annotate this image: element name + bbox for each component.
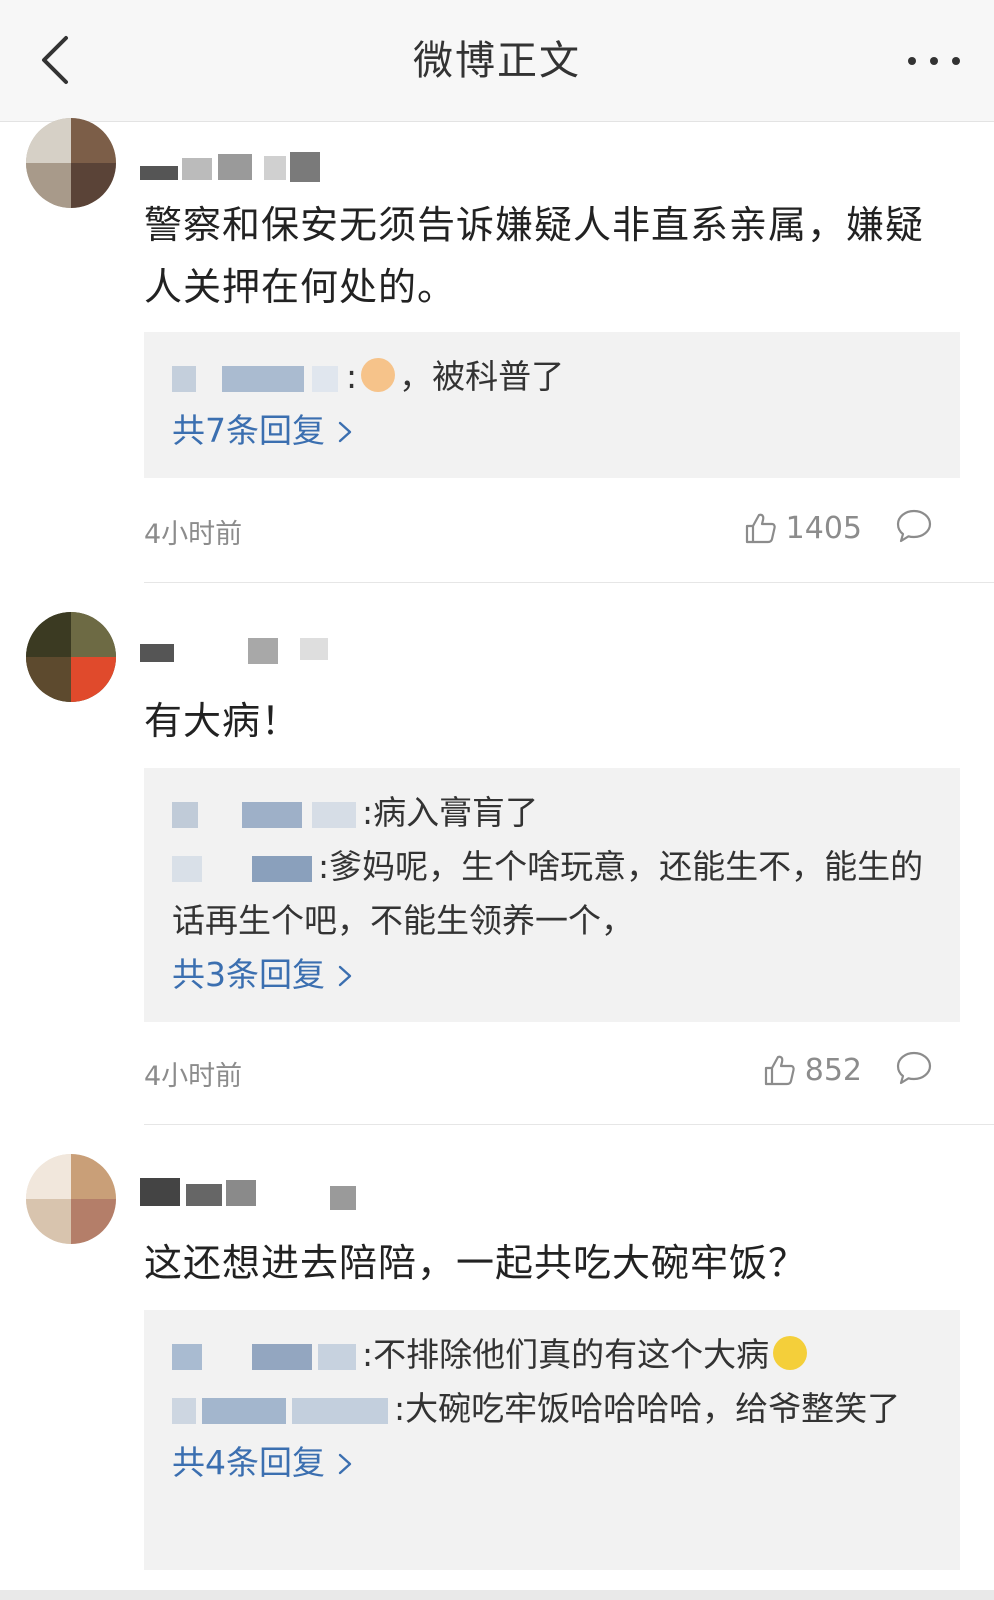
- speech-bubble-icon: [896, 509, 932, 543]
- reply-line: :爹妈呢，生个啥玩意，还能生不，能生的话再生个吧，不能生领养一个，: [172, 840, 932, 948]
- view-more-replies-link[interactable]: 共7条回复: [172, 404, 354, 458]
- like-button[interactable]: 1405: [744, 506, 862, 550]
- comment-time: 4小时前: [144, 519, 243, 550]
- comment-text: 这还想进去陪陪，一起共吃大碗牢饭？: [144, 1241, 808, 1285]
- reply-line: :不排除他们真的有这个大病: [172, 1328, 932, 1382]
- more-replies-label: 共3条回复: [172, 955, 325, 994]
- comment-divider: [144, 1124, 994, 1125]
- comment-divider: [144, 582, 994, 583]
- reply-separator: :: [346, 357, 358, 396]
- more-button[interactable]: [902, 30, 966, 90]
- like-count: 852: [804, 1052, 862, 1088]
- reply-username-redacted[interactable]: [172, 1342, 360, 1372]
- comment-meta: 4小时前 852: [144, 1046, 944, 1096]
- reply-preview-box[interactable]: :不排除他们真的有这个大病 :大碗吃牢饭哈哈哈哈，给爷整笑了 共4条回复: [144, 1310, 960, 1570]
- view-more-replies-link[interactable]: 共3条回复: [172, 948, 354, 1002]
- laugh-cry-emoji: [773, 1336, 808, 1370]
- avatar[interactable]: [26, 118, 116, 208]
- username-redacted[interactable]: [140, 144, 380, 184]
- reply-text: ，被科普了: [399, 357, 565, 396]
- comment-item: 警察和保安无须告诉嫌疑人非直系亲属，嫌疑人关押在何处的。 : ，被科普了 共7条回…: [0, 118, 994, 584]
- reply-preview-box[interactable]: : ，被科普了 共7条回复: [144, 332, 960, 478]
- comment-item: 有大病！ :病入膏肓了 :爹妈呢，生个啥玩意，还能生不，能生的话再生个吧，不能生…: [0, 584, 994, 1126]
- avatar[interactable]: [26, 612, 116, 702]
- ok-hand-emoji: [361, 358, 396, 392]
- chevron-right-icon: [338, 1453, 351, 1475]
- avatar[interactable]: [26, 1154, 116, 1244]
- reply-text: :病入膏肓了: [362, 793, 539, 832]
- reply-text: :不排除他们真的有这个大病: [362, 1335, 770, 1374]
- reply-preview-box[interactable]: :病入膏肓了 :爹妈呢，生个啥玩意，还能生不，能生的话再生个吧，不能生领养一个，…: [144, 768, 960, 1022]
- chevron-right-icon: [338, 965, 351, 987]
- more-dots-icon: [908, 57, 960, 65]
- like-count: 1405: [785, 510, 862, 546]
- thumbs-up-icon: [764, 1055, 795, 1086]
- reply-button[interactable]: [894, 506, 934, 546]
- reply-text: :大碗吃牢饭哈哈哈哈，给爷整笑了: [394, 1389, 901, 1428]
- reply-username-redacted[interactable]: [172, 364, 344, 394]
- comment-text: 警察和保安无须告诉嫌疑人非直系亲属，嫌疑人关押在何处的。: [144, 203, 925, 309]
- username-redacted[interactable]: [140, 638, 380, 678]
- comment-text: 有大病！: [144, 699, 301, 743]
- comment-item: 这还想进去陪陪，一起共吃大碗牢饭？ :不排除他们真的有这个大病 :大碗吃牢饭哈哈…: [0, 1126, 994, 1600]
- page-title: 微博正文: [413, 38, 581, 84]
- comment-meta: 4小时前 1405: [144, 504, 944, 554]
- more-replies-label: 共7条回复: [172, 411, 325, 450]
- reply-line: :大碗吃牢饭哈哈哈哈，给爷整笑了: [172, 1382, 932, 1436]
- reply-username-redacted[interactable]: [172, 854, 316, 884]
- reply-line: :病入膏肓了: [172, 786, 932, 840]
- more-replies-label: 共4条回复: [172, 1443, 325, 1482]
- reply-button[interactable]: [894, 1048, 934, 1088]
- comment-time: 4小时前: [144, 1061, 243, 1092]
- bottom-edge: [0, 1590, 994, 1600]
- reply-username-redacted[interactable]: [172, 1396, 392, 1426]
- like-button[interactable]: 852: [763, 1048, 862, 1092]
- top-navbar: 微博正文: [0, 0, 994, 122]
- chevron-right-icon: [338, 421, 351, 443]
- reply-line: : ，被科普了: [172, 350, 932, 404]
- thumbs-up-icon: [745, 513, 776, 544]
- view-more-replies-link[interactable]: 共4条回复: [172, 1436, 354, 1490]
- speech-bubble-icon: [896, 1051, 932, 1085]
- username-redacted[interactable]: [140, 1174, 380, 1214]
- reply-username-redacted[interactable]: [172, 800, 360, 830]
